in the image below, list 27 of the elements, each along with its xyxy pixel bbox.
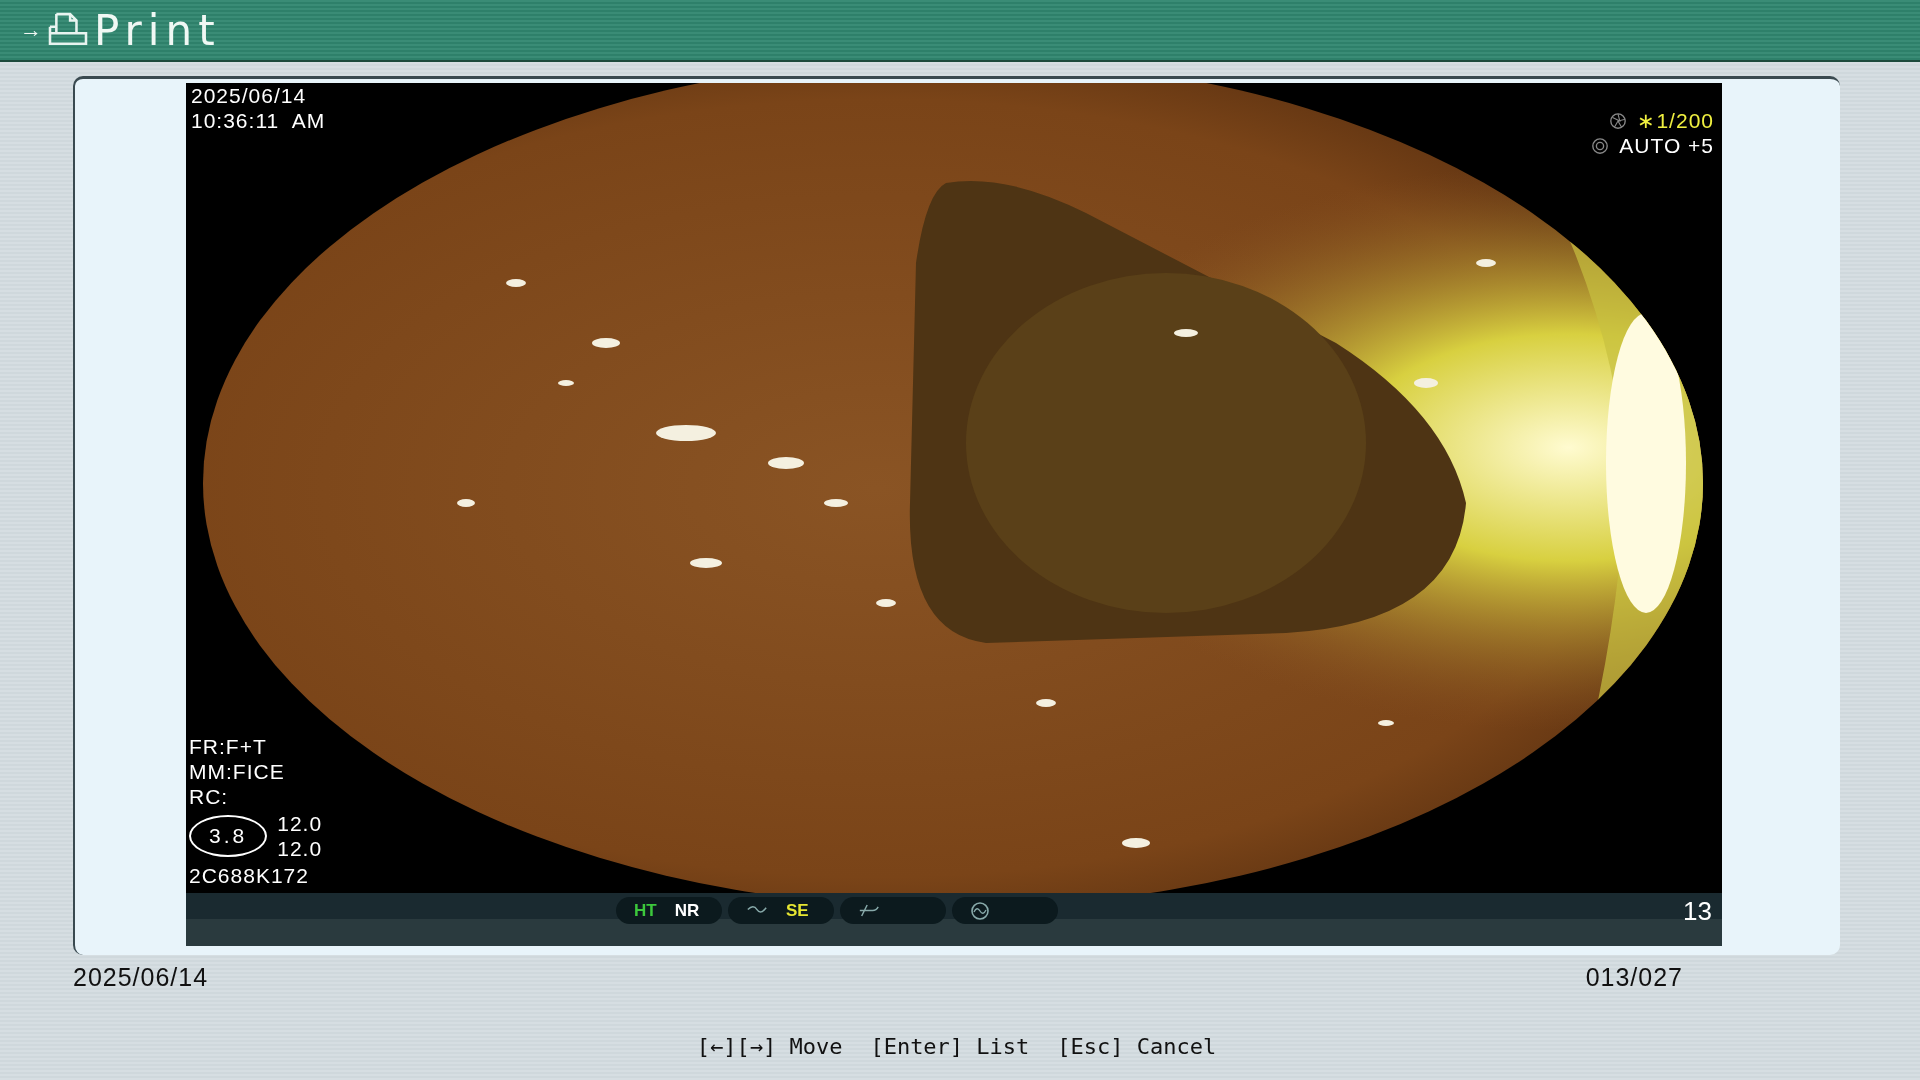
info-text: MM:FICE [189,759,286,784]
shutter-speed: ∗1/200 [1637,108,1714,133]
wave-circle-icon [970,900,990,921]
key-hint: [←][→] Move [696,1034,843,1059]
gauge-value: 3.8 [189,815,268,857]
scope-id: 2C688K172 [189,863,310,888]
status-label: SE [786,900,809,921]
reading-value: 12.0 [277,811,323,836]
reading-value: 12.0 [277,836,323,861]
key-hint: [Enter] List [870,1034,1030,1059]
aperture-icon [1609,111,1628,130]
status-label: HT [634,900,657,921]
iris-icon [1591,136,1610,155]
info-text: RC: [189,784,230,809]
image-time: 10:36:11 AM [191,108,326,133]
record-date: 2025/06/14 [73,963,209,992]
info-text: FR:F+T [189,734,268,759]
arrow-text: → [20,17,42,43]
image-date: 2025/06/14 [191,83,308,108]
key-hint: [Esc] Cancel [1057,1034,1217,1059]
image-counter: 013/027 [1585,963,1683,992]
status-label: NR [674,900,700,921]
exposure-setting: AUTO +5 [1619,133,1714,158]
window-title: Print [94,5,221,55]
slash-icon [858,904,880,917]
printer-icon [46,12,90,48]
frame-number: 13 [1683,897,1712,925]
